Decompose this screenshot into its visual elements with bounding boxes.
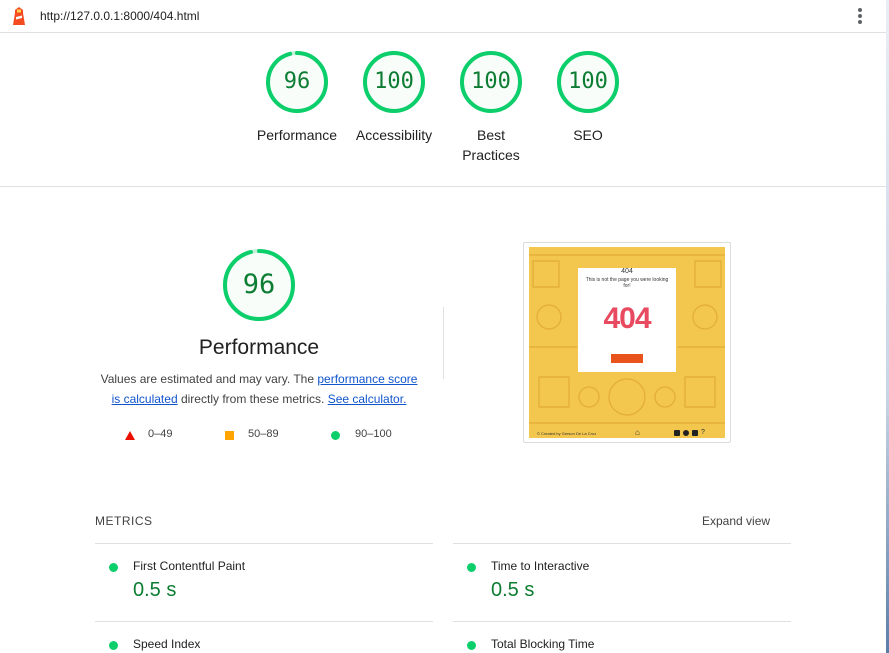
metric-value: 0.5 s [133, 579, 177, 601]
footer-credit: © Created by Gerson De La Cruz [537, 431, 597, 436]
github-icon [683, 430, 689, 436]
gauge-ring: 100 [362, 50, 426, 114]
circle-icon [109, 563, 118, 572]
url-text[interactable]: http://127.0.0.1:8000/404.html [40, 9, 199, 23]
calculator-link[interactable]: See calculator. [328, 392, 407, 406]
circle-icon [331, 431, 340, 440]
legend-fail-range: 0–49 [148, 428, 173, 440]
metric-name: Speed Index [133, 637, 201, 651]
linkedin-icon [674, 430, 680, 436]
legend-pass-range: 90–100 [355, 428, 392, 440]
desc-middle: directly from these metrics. [180, 391, 325, 406]
metric-name: Time to Interactive [491, 559, 590, 573]
error-message: This is not the page you were looking fo… [585, 277, 669, 289]
screenshot-footer: © Created by Gerson De La Cruz ⌂ ? [529, 428, 725, 438]
triangle-icon [125, 431, 135, 440]
gauge-label: Best Practices [462, 127, 520, 163]
final-screenshot[interactable]: 404 This is not the page you were lookin… [523, 242, 731, 443]
error-404-illustration: 404 [603, 302, 651, 335]
expand-view-button[interactable]: Expand view [702, 514, 770, 528]
divider [95, 543, 433, 544]
screenshot-frame: 404 This is not the page you were lookin… [529, 247, 725, 438]
category-gauges: 96 Performance 100 Accessibility 100 Bes… [0, 50, 886, 187]
performance-description: Values are estimated and may vary. The p… [95, 370, 423, 409]
circle-icon [467, 563, 476, 572]
home-icon: ⌂ [635, 428, 640, 437]
gauge-score: 100 [568, 69, 608, 94]
gauge-score: 100 [471, 69, 511, 94]
gauge-accessibility[interactable]: 100 Accessibility [346, 50, 442, 145]
divider [453, 621, 791, 622]
circle-icon [109, 641, 118, 650]
metric-name: First Contentful Paint [133, 559, 246, 573]
error-card: 404 This is not the page you were lookin… [578, 268, 676, 372]
desc-prefix: Values are estimated and may vary. The [100, 372, 315, 386]
performance-title: Performance [198, 336, 320, 359]
gauge-ring: 100 [459, 50, 523, 114]
divider [453, 543, 791, 544]
gauge-best-practices[interactable]: 100 Best Practices [443, 50, 539, 165]
divider [95, 621, 433, 622]
gauge-seo[interactable]: 100 SEO [540, 50, 636, 145]
kebab-menu-icon[interactable] [852, 7, 868, 25]
error-heading: 404 [621, 268, 633, 275]
gauge-label: Performance [256, 127, 338, 143]
divider [443, 307, 444, 379]
gauge-ring: 96 [265, 50, 329, 114]
help-icon: ? [701, 429, 705, 436]
gauge-score: 100 [374, 69, 414, 94]
gauge-performance[interactable]: 96 Performance [249, 50, 345, 145]
gauge-label: SEO [573, 127, 603, 143]
circle-icon [467, 641, 476, 650]
square-icon [225, 431, 234, 440]
legend-average-range: 50–89 [248, 428, 279, 440]
address-bar: http://127.0.0.1:8000/404.html [0, 0, 886, 33]
go-home-button [611, 354, 643, 363]
gauge-score: 96 [283, 69, 311, 94]
performance-gauge: 96 [222, 248, 296, 322]
mail-icon [692, 430, 698, 436]
performance-score: 96 [242, 269, 276, 300]
metrics-heading: METRICS [95, 514, 153, 528]
gauge-ring: 100 [556, 50, 620, 114]
lighthouse-icon [13, 7, 25, 25]
metric-value: 0.5 s [491, 579, 535, 601]
gauge-label: Accessibility [355, 127, 433, 143]
metric-name: Total Blocking Time [491, 637, 595, 651]
